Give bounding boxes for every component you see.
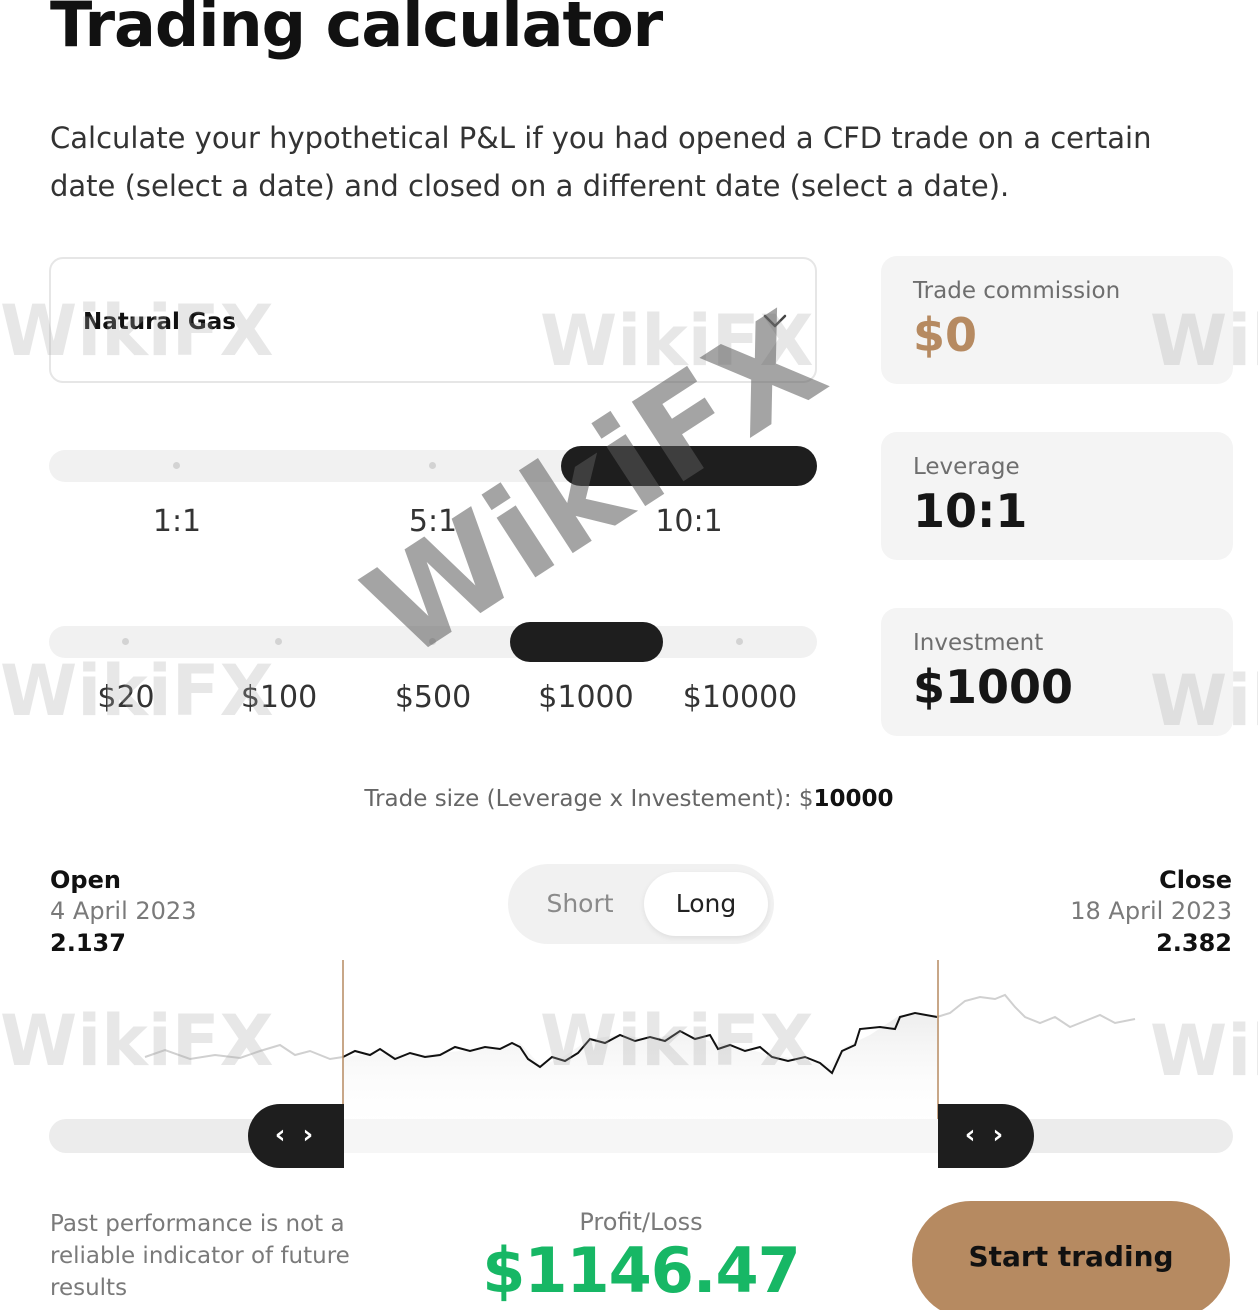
commission-card: Trade commission $0 [881,256,1233,384]
leverage-slider-thumb[interactable] [561,446,817,486]
price-chart [144,960,1136,1135]
investment-option-20[interactable]: $20 [97,680,154,715]
investment-option-10000[interactable]: $10000 [683,680,798,715]
trade-size-value: 10000 [813,786,894,812]
investment-card: Investment $1000 [881,608,1233,736]
chevron-down-icon [763,314,787,328]
open-date: 4 April 2023 [50,897,197,925]
direction-toggle[interactable]: Short Long [508,864,774,944]
leverage-option-1-1[interactable]: 1:1 [153,504,201,539]
open-label: Open [50,866,121,894]
investment-slider-thumb[interactable] [510,622,663,662]
trade-size-label: Trade size (Leverage x Investement): $ [364,786,814,812]
investment-slider-dot [736,638,743,645]
trade-size-line: Trade size (Leverage x Investement): $10… [0,786,1258,812]
investment-option-100[interactable]: $100 [241,680,317,715]
leverage-label: Leverage [913,454,1020,480]
investment-slider-dot [275,638,282,645]
investment-option-1000[interactable]: $1000 [538,680,633,715]
chart-line-before [144,1043,344,1061]
open-price: 2.137 [50,929,126,957]
leverage-option-10-1[interactable]: 10:1 [655,504,722,539]
investment-slider-dot [429,638,436,645]
page-title: Trading calculator [50,0,663,61]
leverage-card: Leverage 10:1 [881,432,1233,560]
short-option[interactable]: Short [518,872,642,936]
leverage-option-5-1[interactable]: 5:1 [409,504,457,539]
asset-selected-label: Natural Gas [83,309,236,335]
close-price: 2.382 [1156,929,1232,957]
investment-value: $1000 [913,660,1074,714]
date-range-selected[interactable] [343,1119,939,1153]
close-date-handle[interactable]: ‹ › [938,1104,1034,1168]
investment-option-500[interactable]: $500 [395,680,471,715]
commission-value: $0 [913,308,978,362]
chart-line-after [936,993,1136,1029]
leverage-value: 10:1 [913,484,1028,538]
commission-label: Trade commission [913,278,1121,304]
leverage-slider-dot [429,462,436,469]
asset-dropdown[interactable]: Natural Gas [49,257,817,383]
leverage-slider-dot [173,462,180,469]
investment-label: Investment [913,630,1044,656]
close-label: Close [1159,866,1232,894]
page-subtitle: Calculate your hypothetical P&L if you h… [50,121,1152,203]
investment-slider-dot [122,638,129,645]
long-option[interactable]: Long [644,872,768,936]
open-date-handle[interactable]: ‹ › [248,1104,344,1168]
close-date: 18 April 2023 [1070,897,1232,925]
start-trading-button[interactable]: Start trading [912,1201,1230,1310]
chart-selected-fill [343,1015,937,1135]
